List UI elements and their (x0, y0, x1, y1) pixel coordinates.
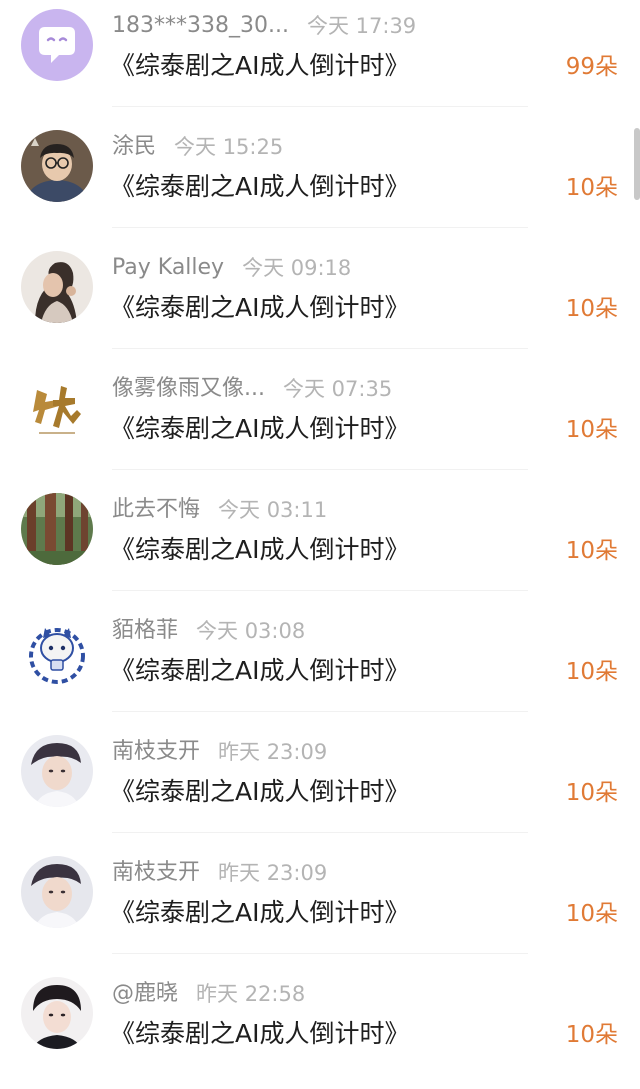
divider (112, 711, 528, 712)
entry-meta: 此去不悔 今天 03:11 (112, 493, 327, 527)
work-title[interactable]: 《综泰剧之AI成人倒计时》 (110, 530, 409, 570)
avatar[interactable] (21, 735, 93, 807)
work-title[interactable]: 《综泰剧之AI成人倒计时》 (110, 167, 409, 207)
avatar[interactable] (21, 9, 93, 81)
username[interactable]: 像雾像雨又像... (112, 372, 265, 406)
work-title[interactable]: 《综泰剧之AI成人倒计时》 (110, 772, 409, 812)
gift-count: 10朵 (565, 175, 618, 201)
work-title[interactable]: 《综泰剧之AI成人倒计时》 (110, 1014, 409, 1054)
timestamp: 昨天 22:58 (196, 982, 306, 1006)
timestamp: 今天 17:39 (306, 14, 417, 38)
gift-record-list: 183***338_30... 今天 17:39 《综泰剧之AI成人倒计时》 99… (0, 0, 640, 1089)
divider (112, 106, 528, 107)
porcelain-cat-icon (21, 614, 93, 686)
divider (112, 590, 528, 591)
entry-meta: 183***338_30... 今天 17:39 (112, 9, 416, 43)
avatar[interactable] (21, 614, 93, 686)
avatar[interactable] (21, 372, 93, 444)
gift-count: 10朵 (565, 417, 618, 443)
username[interactable]: @鹿晓 (112, 977, 178, 1011)
avatar[interactable] (21, 493, 93, 565)
username[interactable]: 183***338_30... (112, 9, 289, 43)
divider (112, 227, 528, 228)
work-title[interactable]: 《综泰剧之AI成人倒计时》 (110, 288, 409, 328)
username[interactable]: 涂民 (112, 130, 156, 164)
username[interactable]: 南枝支开 (112, 735, 200, 769)
list-item[interactable]: 此去不悔 今天 03:11 《综泰剧之AI成人倒计时》 10朵 (0, 484, 640, 605)
work-title[interactable]: 《综泰剧之AI成人倒计时》 (110, 893, 409, 933)
entry-meta: @鹿晓 昨天 22:58 (112, 977, 305, 1011)
work-title[interactable]: 《综泰剧之AI成人倒计时》 (110, 409, 409, 449)
timestamp: 今天 15:25 (174, 135, 284, 159)
avatar[interactable] (21, 251, 93, 323)
list-item[interactable]: 像雾像雨又像... 今天 07:35 《综泰剧之AI成人倒计时》 10朵 (0, 363, 640, 484)
divider (112, 348, 528, 349)
entry-meta: Pay Kalley 今天 09:18 (112, 251, 351, 285)
timestamp: 今天 03:11 (218, 498, 328, 522)
timestamp: 今天 09:18 (242, 256, 352, 280)
divider (112, 469, 528, 470)
work-title[interactable]: 《综泰剧之AI成人倒计时》 (110, 46, 409, 86)
gift-count: 10朵 (565, 538, 618, 564)
username[interactable]: 南枝支开 (112, 856, 200, 890)
entry-meta: 貊格菲 今天 03:08 (112, 614, 305, 648)
man-portrait-icon (21, 977, 93, 1049)
man-portrait-icon (21, 856, 93, 928)
list-item[interactable]: 183***338_30... 今天 17:39 《综泰剧之AI成人倒计时》 99… (0, 0, 640, 121)
entry-meta: 涂民 今天 15:25 (112, 130, 283, 164)
list-item[interactable]: 南枝支开 昨天 23:09 《综泰剧之AI成人倒计时》 10朵 (0, 726, 640, 847)
calligraphy-logo-icon (21, 372, 93, 444)
list-item[interactable]: 貊格菲 今天 03:08 《综泰剧之AI成人倒计时》 10朵 (0, 605, 640, 726)
gift-count: 99朵 (565, 54, 618, 80)
gift-count: 10朵 (565, 296, 618, 322)
entry-meta: 南枝支开 昨天 23:09 (112, 856, 327, 890)
man-with-glasses-icon (21, 130, 93, 202)
girl-portrait-icon (21, 251, 93, 323)
chat-bubble-icon (21, 9, 93, 81)
gift-count: 10朵 (565, 901, 618, 927)
list-item[interactable]: @鹿晓 昨天 22:58 《综泰剧之AI成人倒计时》 10朵 (0, 968, 640, 1089)
timestamp: 今天 07:35 (282, 377, 393, 401)
list-item[interactable]: 涂民 今天 15:25 《综泰剧之AI成人倒计时》 10朵 (0, 121, 640, 242)
list-item[interactable]: 南枝支开 昨天 23:09 《综泰剧之AI成人倒计时》 10朵 (0, 847, 640, 968)
avatar[interactable] (21, 856, 93, 928)
divider (112, 832, 528, 833)
avatar[interactable] (21, 977, 93, 1049)
man-portrait-icon (21, 735, 93, 807)
list-item[interactable]: Pay Kalley 今天 09:18 《综泰剧之AI成人倒计时》 10朵 (0, 242, 640, 363)
divider (112, 953, 528, 954)
timestamp: 今天 03:08 (196, 619, 306, 643)
entry-meta: 南枝支开 昨天 23:09 (112, 735, 327, 769)
username[interactable]: Pay Kalley (112, 251, 224, 285)
work-title[interactable]: 《综泰剧之AI成人倒计时》 (110, 651, 409, 691)
entry-meta: 像雾像雨又像... 今天 07:35 (112, 372, 392, 406)
gift-count: 10朵 (565, 659, 618, 685)
timestamp: 昨天 23:09 (218, 861, 328, 885)
gift-count: 10朵 (565, 1022, 618, 1048)
scrollbar[interactable] (634, 128, 640, 200)
username[interactable]: 此去不悔 (112, 493, 200, 527)
forest-icon (21, 493, 93, 565)
avatar[interactable] (21, 130, 93, 202)
username[interactable]: 貊格菲 (112, 614, 178, 648)
timestamp: 昨天 23:09 (218, 740, 328, 764)
gift-count: 10朵 (565, 780, 618, 806)
